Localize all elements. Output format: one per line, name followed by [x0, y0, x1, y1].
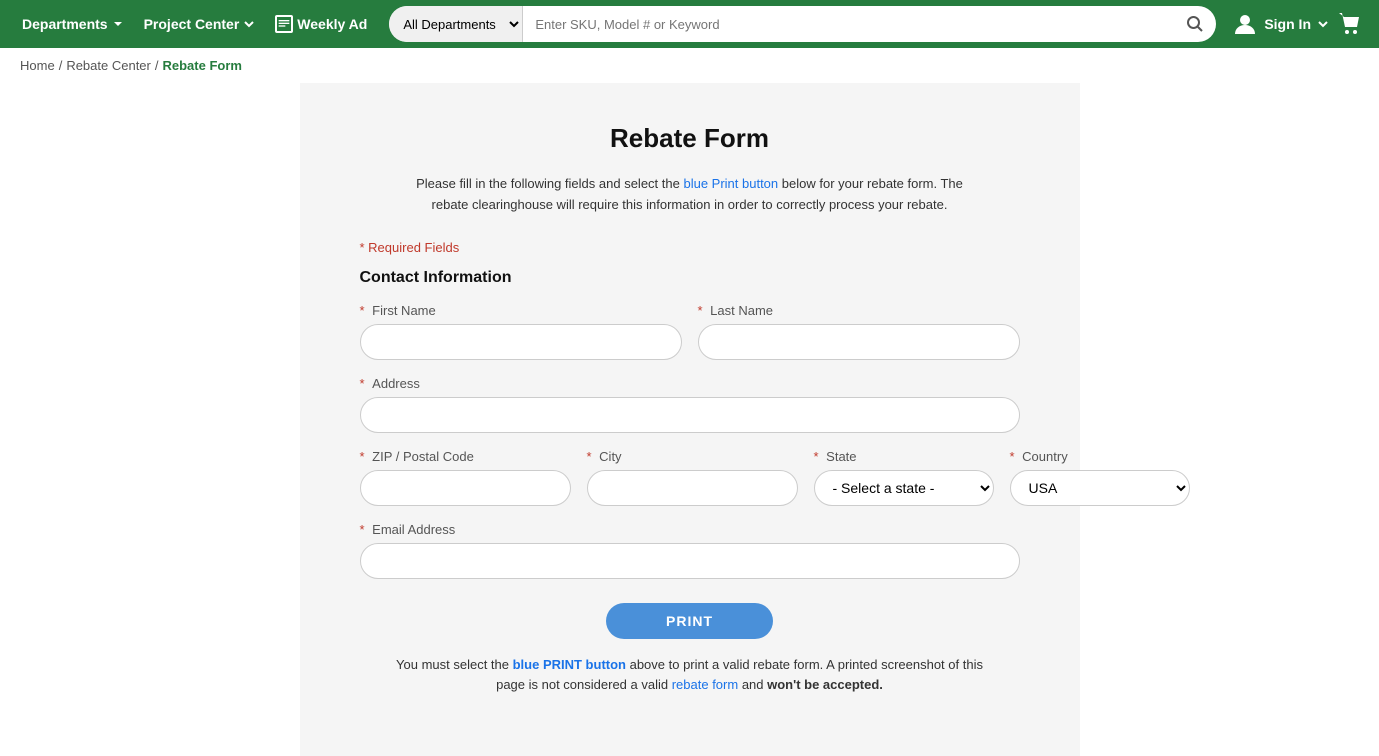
state-label: * State	[814, 449, 994, 464]
weekly-ad-nav[interactable]: Weekly Ad	[269, 11, 373, 37]
weekly-ad-label: Weekly Ad	[297, 16, 367, 32]
print-notice: You must select the blue PRINT button ab…	[390, 655, 990, 697]
email-group: * Email Address	[360, 522, 1020, 579]
form-title: Rebate Form	[360, 123, 1020, 154]
breadcrumb-current: Rebate Form	[163, 58, 242, 73]
print-notice-bold: won't be accepted.	[767, 677, 883, 692]
blue-print-ref: blue Print button	[683, 176, 778, 191]
address-label: * Address	[360, 376, 1020, 391]
last-name-input[interactable]	[698, 324, 1020, 360]
address-row: * Address	[360, 376, 1020, 433]
last-name-label: * Last Name	[698, 303, 1020, 318]
location-row: * ZIP / Postal Code * City * State - Sel…	[360, 449, 1020, 506]
breadcrumb-home[interactable]: Home	[20, 58, 55, 73]
first-name-input[interactable]	[360, 324, 682, 360]
breadcrumb-rebate-center[interactable]: Rebate Center	[66, 58, 151, 73]
state-group: * State - Select a state -	[814, 449, 994, 506]
print-button[interactable]: PRINT	[606, 603, 773, 639]
departments-label: Departments	[22, 16, 108, 32]
zip-input[interactable]	[360, 470, 571, 506]
first-name-group: * First Name	[360, 303, 682, 360]
address-group: * Address	[360, 376, 1020, 433]
email-row: * Email Address	[360, 522, 1020, 579]
departments-chevron-icon	[112, 18, 124, 30]
weekly-ad-icon	[275, 15, 293, 33]
address-input[interactable]	[360, 397, 1020, 433]
search-icon	[1186, 15, 1204, 33]
breadcrumb-sep1: /	[59, 58, 63, 73]
city-group: * City	[587, 449, 798, 506]
sign-in-label: Sign In	[1264, 16, 1311, 32]
departments-nav[interactable]: Departments	[16, 12, 130, 36]
country-select[interactable]: USA	[1010, 470, 1190, 506]
header-right: Sign In	[1232, 11, 1363, 37]
project-center-chevron-icon	[243, 18, 255, 30]
last-name-group: * Last Name	[698, 303, 1020, 360]
first-name-label: * First Name	[360, 303, 682, 318]
cart-icon[interactable]	[1337, 11, 1363, 37]
required-star: *	[360, 240, 369, 255]
department-select[interactable]: All Departments	[389, 6, 523, 42]
city-label: * City	[587, 449, 798, 464]
breadcrumb: Home / Rebate Center / Rebate Form	[0, 48, 1379, 83]
contact-section-title: Contact Information	[360, 269, 1020, 287]
main-header: Departments Project Center Weekly Ad All…	[0, 0, 1379, 48]
search-bar: All Departments	[389, 6, 1216, 42]
form-description: Please fill in the following fields and …	[400, 174, 980, 216]
required-note: * Required Fields	[360, 240, 1020, 255]
search-button[interactable]	[1174, 6, 1216, 42]
breadcrumb-sep2: /	[155, 58, 159, 73]
required-text: Required Fields	[368, 240, 459, 255]
user-icon	[1232, 11, 1258, 37]
country-group: * Country USA	[1010, 449, 1190, 506]
zip-label: * ZIP / Postal Code	[360, 449, 571, 464]
email-input[interactable]	[360, 543, 1020, 579]
search-input[interactable]	[523, 6, 1174, 42]
city-input[interactable]	[587, 470, 798, 506]
print-notice-blue: blue PRINT button	[513, 657, 626, 672]
project-center-label: Project Center	[144, 16, 240, 32]
state-select[interactable]: - Select a state -	[814, 470, 994, 506]
print-notice-rebate-form: rebate form	[672, 677, 738, 692]
main-content: Rebate Form Please fill in the following…	[300, 83, 1080, 756]
country-label: * Country	[1010, 449, 1190, 464]
sign-in-chevron-icon	[1317, 18, 1329, 30]
project-center-nav[interactable]: Project Center	[138, 12, 262, 36]
sign-in-button[interactable]: Sign In	[1232, 11, 1329, 37]
email-label: * Email Address	[360, 522, 1020, 537]
zip-group: * ZIP / Postal Code	[360, 449, 571, 506]
name-row: * First Name * Last Name	[360, 303, 1020, 360]
